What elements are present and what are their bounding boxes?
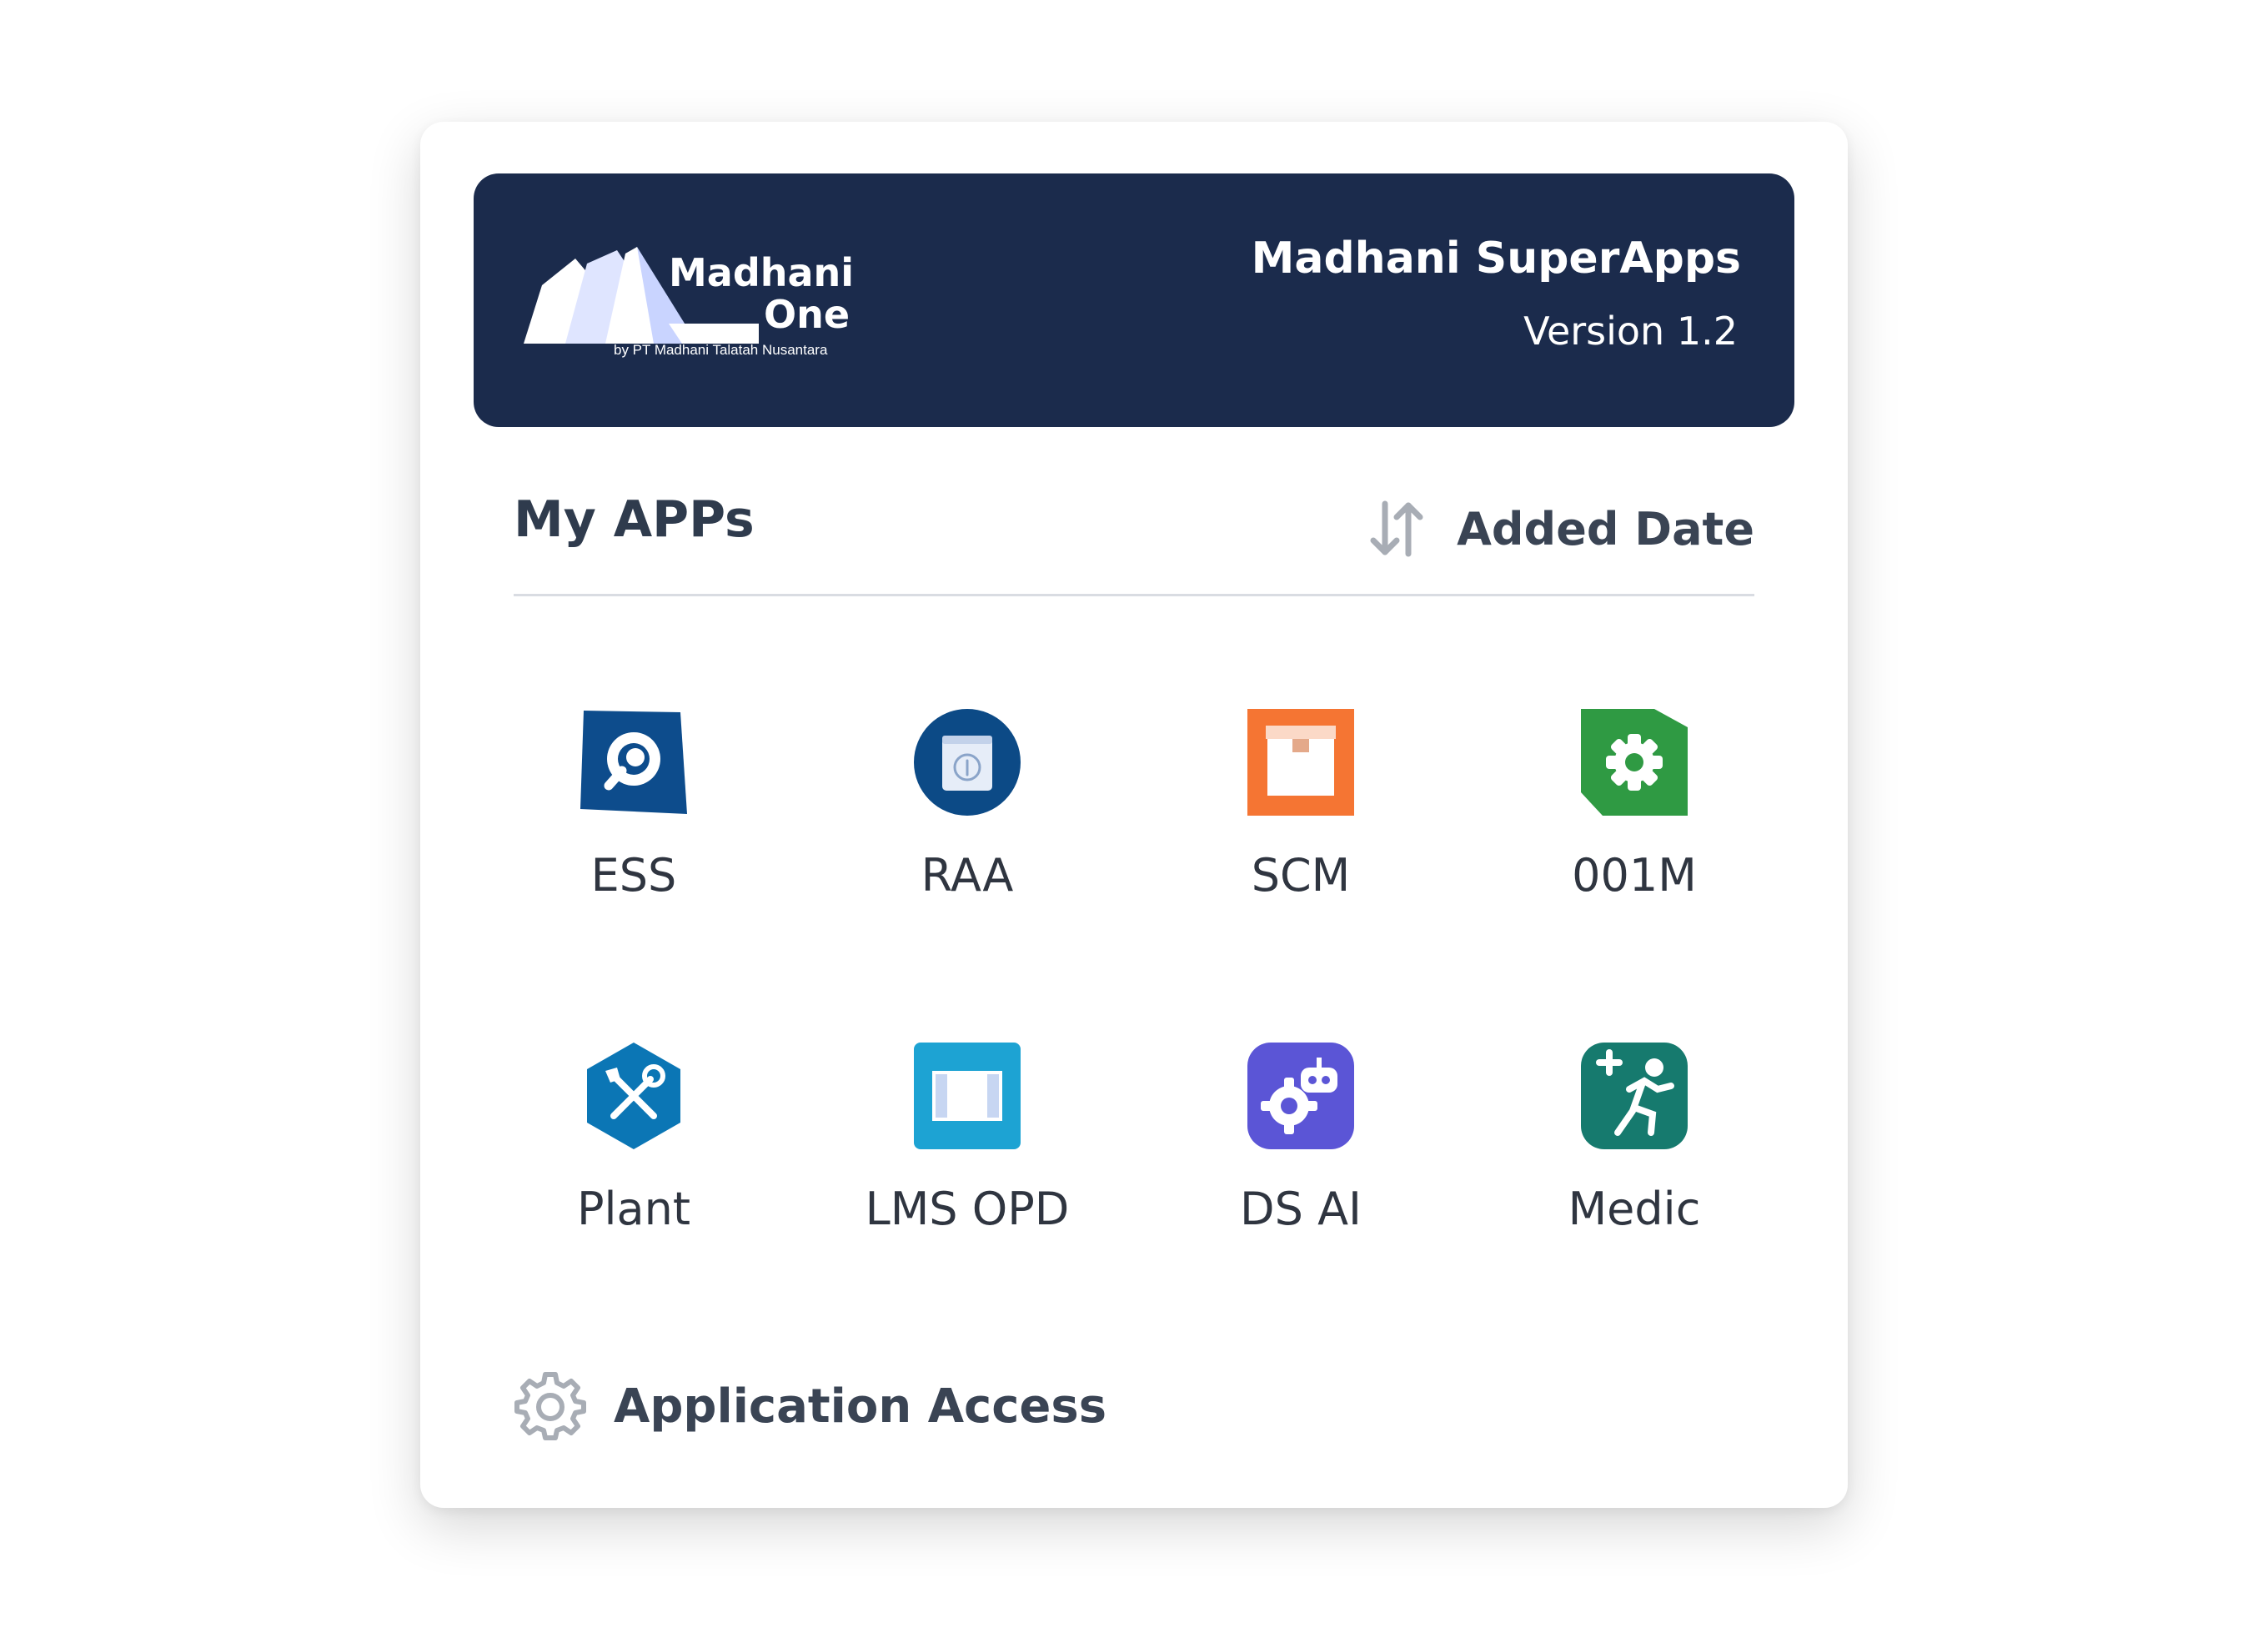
app-label: Medic: [1568, 1183, 1701, 1235]
runner-medic-icon: [1581, 1043, 1688, 1149]
app-label: RAA: [921, 849, 1014, 902]
document-circle-icon: [914, 709, 1021, 816]
app-tile-001m[interactable]: 001M: [1468, 709, 1801, 951]
logo-text-madhani: Madhani: [669, 250, 855, 295]
app-tile-lms-opd[interactable]: LMS OPD: [800, 1043, 1134, 1284]
sort-button[interactable]: Added Date: [1363, 495, 1754, 562]
app-label: LMS OPD: [865, 1183, 1070, 1235]
app-tile-ess[interactable]: ESS: [467, 709, 800, 951]
app-card: Madhani One by PT Madhani Talatah Nusant…: [420, 122, 1848, 1508]
app-label: SCM: [1251, 849, 1351, 902]
app-title: Madhani SuperApps: [1251, 234, 1741, 284]
app-label: DS AI: [1240, 1183, 1362, 1235]
app-tile-ds-ai[interactable]: DS AI: [1134, 1043, 1468, 1284]
gear-icon: [514, 1372, 586, 1440]
gear-tag-icon: [1581, 709, 1688, 816]
divider: [514, 594, 1754, 596]
app-label: ESS: [590, 849, 677, 902]
app-tile-medic[interactable]: Medic: [1468, 1043, 1801, 1284]
tools-hexagon-icon: [580, 1043, 687, 1149]
section-title: My APPs: [514, 490, 755, 549]
app-label: 001M: [1572, 849, 1697, 902]
app-label: Plant: [576, 1183, 691, 1235]
app-version: Version 1.2: [1523, 309, 1738, 354]
search-doc-icon: [580, 709, 687, 816]
sort-arrows-icon: [1370, 500, 1423, 557]
application-access-label: Application Access: [614, 1379, 1107, 1434]
application-access-button[interactable]: Application Access: [514, 1364, 1106, 1448]
robot-gear-icon: [1247, 1043, 1354, 1149]
book-icon: [914, 1043, 1021, 1149]
sort-label: Added Date: [1457, 502, 1754, 555]
logo-text-one: One: [764, 292, 850, 337]
header-banner: Madhani One by PT Madhani Talatah Nusant…: [474, 173, 1794, 427]
app-tile-scm[interactable]: SCM: [1134, 709, 1468, 951]
logo-company-text: by PT Madhani Talatah Nusantara: [614, 342, 828, 358]
app-tile-plant[interactable]: Plant: [467, 1043, 800, 1284]
app-tile-raa[interactable]: RAA: [800, 709, 1134, 951]
box-icon: [1247, 709, 1354, 816]
madhani-one-logo: Madhani One by PT Madhani Talatah Nusant…: [524, 235, 874, 360]
